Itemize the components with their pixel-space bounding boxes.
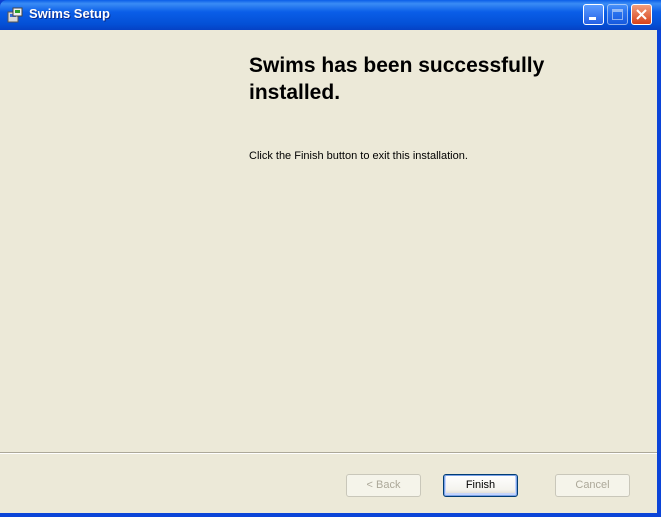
completion-heading: Swims has been successfully installed. bbox=[249, 54, 545, 104]
installer-icon bbox=[7, 7, 23, 23]
minimize-button[interactable] bbox=[583, 4, 604, 25]
window-border-right bbox=[657, 30, 661, 517]
setup-window: Swims Setup Swims has been successfully … bbox=[0, 0, 661, 517]
close-button[interactable] bbox=[631, 4, 652, 25]
footer-separator bbox=[0, 452, 657, 454]
close-icon bbox=[636, 9, 647, 20]
back-button[interactable]: < Back bbox=[346, 474, 421, 497]
maximize-button bbox=[607, 4, 628, 25]
finish-button[interactable]: Finish bbox=[443, 474, 518, 497]
minimize-icon bbox=[589, 17, 596, 20]
dialog-body: Swims has been successfully installed. C… bbox=[0, 30, 657, 513]
completion-message: Click the Finish button to exit this ins… bbox=[249, 150, 468, 162]
window-title: Swims Setup bbox=[29, 6, 110, 21]
maximize-icon bbox=[612, 9, 623, 20]
window-border-bottom bbox=[0, 513, 661, 517]
cancel-button[interactable]: Cancel bbox=[555, 474, 630, 497]
title-bar[interactable]: Swims Setup bbox=[0, 0, 661, 30]
